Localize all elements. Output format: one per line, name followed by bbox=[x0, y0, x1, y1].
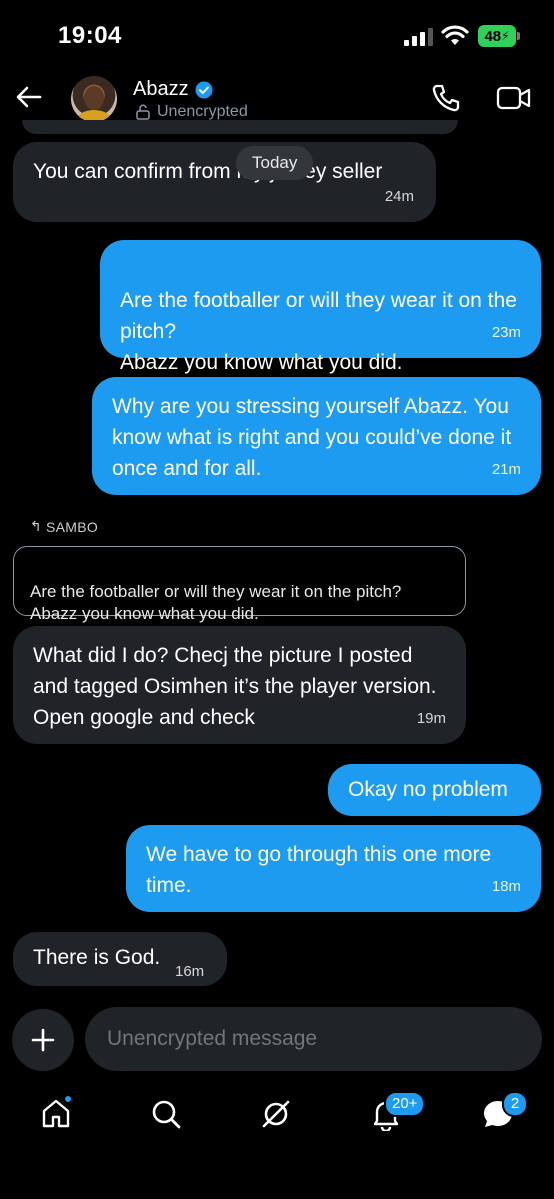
cellular-signal-icon bbox=[404, 28, 433, 46]
message-bubble-sent[interactable]: We have to go through this one more time… bbox=[126, 825, 541, 912]
reply-author: SAMBO bbox=[46, 518, 99, 535]
phone-call-icon[interactable] bbox=[430, 82, 462, 114]
reply-context-label: ↰ SAMBO bbox=[30, 518, 98, 535]
message-bubble-received[interactable]: There is God. 16m bbox=[13, 932, 227, 986]
messages-badge: 2 bbox=[502, 1091, 528, 1117]
search-icon bbox=[152, 1100, 181, 1129]
message-text: Okay no problem bbox=[348, 778, 508, 801]
previous-message-edge bbox=[22, 120, 458, 134]
contact-name[interactable]: Abazz bbox=[133, 78, 213, 101]
add-attachment-button[interactable] bbox=[12, 1009, 74, 1071]
message-input[interactable] bbox=[85, 1007, 542, 1071]
message-text: Are the footballer or will they wear it … bbox=[120, 289, 517, 374]
nav-notifications[interactable]: 20+ bbox=[366, 1091, 426, 1134]
message-thread[interactable]: You can confirm from my jersey seller 24… bbox=[0, 120, 554, 1000]
message-bubble-received[interactable]: What did I do? Checj the picture I poste… bbox=[13, 626, 466, 744]
nav-grok[interactable] bbox=[256, 1094, 296, 1134]
message-time: 24m bbox=[384, 188, 414, 205]
nav-home[interactable] bbox=[36, 1094, 76, 1134]
message-time: 16m bbox=[175, 963, 205, 980]
status-bar: 19:04 48 ⚡ bbox=[0, 0, 554, 76]
message-time: 21m bbox=[491, 461, 521, 478]
message-bubble-received[interactable]: You can confirm from my jersey seller 24… bbox=[13, 142, 436, 222]
reply-arrow-icon: ↰ bbox=[30, 518, 43, 534]
new-activity-dot bbox=[63, 1094, 73, 1104]
message-text: You can confirm from my jersey seller bbox=[33, 160, 383, 183]
message-bubble-sent[interactable]: Okay no problem bbox=[328, 764, 541, 816]
message-text: We have to go through this one more time… bbox=[146, 843, 492, 897]
battery-tip bbox=[517, 32, 520, 40]
encryption-status: Unencrypted bbox=[135, 103, 248, 121]
unlock-icon bbox=[136, 104, 150, 120]
message-time: 19m bbox=[416, 710, 446, 727]
verified-badge-icon bbox=[195, 81, 213, 98]
message-time: 18m bbox=[491, 878, 521, 895]
encryption-label: Unencrypted bbox=[157, 103, 248, 120]
charging-bolt-icon: ⚡ bbox=[501, 29, 510, 43]
nav-search[interactable] bbox=[146, 1094, 186, 1134]
plus-icon bbox=[31, 1028, 55, 1052]
message-time: 23m bbox=[491, 324, 521, 341]
video-call-icon[interactable] bbox=[496, 84, 532, 112]
quoted-text: Are the footballer or will they wear it … bbox=[30, 582, 402, 623]
battery-level: 48 bbox=[484, 27, 502, 45]
wifi-icon bbox=[441, 25, 469, 45]
message-bubble-sent[interactable]: Are the footballer or will they wear it … bbox=[100, 240, 541, 374]
message-composer bbox=[0, 1007, 554, 1071]
clock: 19:04 bbox=[58, 22, 122, 49]
message-text: What did I do? Checj the picture I poste… bbox=[33, 644, 437, 729]
back-arrow-icon[interactable] bbox=[14, 82, 44, 112]
battery-indicator: 48 ⚡ bbox=[478, 25, 516, 47]
notifications-badge: 20+ bbox=[384, 1091, 426, 1117]
nav-messages[interactable]: 2 bbox=[478, 1091, 528, 1134]
avatar-face bbox=[84, 86, 104, 110]
contact-name-text: Abazz bbox=[133, 78, 189, 100]
message-text: Why are you stressing yourself Abazz. Yo… bbox=[112, 395, 512, 480]
message-text: There is God. bbox=[33, 946, 161, 969]
avatar[interactable] bbox=[71, 76, 117, 122]
message-bubble-sent[interactable]: Why are you stressing yourself Abazz. Yo… bbox=[92, 377, 541, 495]
bottom-navigation: 20+ 2 bbox=[0, 1080, 554, 1170]
quoted-message[interactable]: Are the footballer or will they wear it … bbox=[13, 546, 466, 623]
date-separator: Today bbox=[236, 146, 314, 180]
grok-icon bbox=[262, 1100, 290, 1128]
